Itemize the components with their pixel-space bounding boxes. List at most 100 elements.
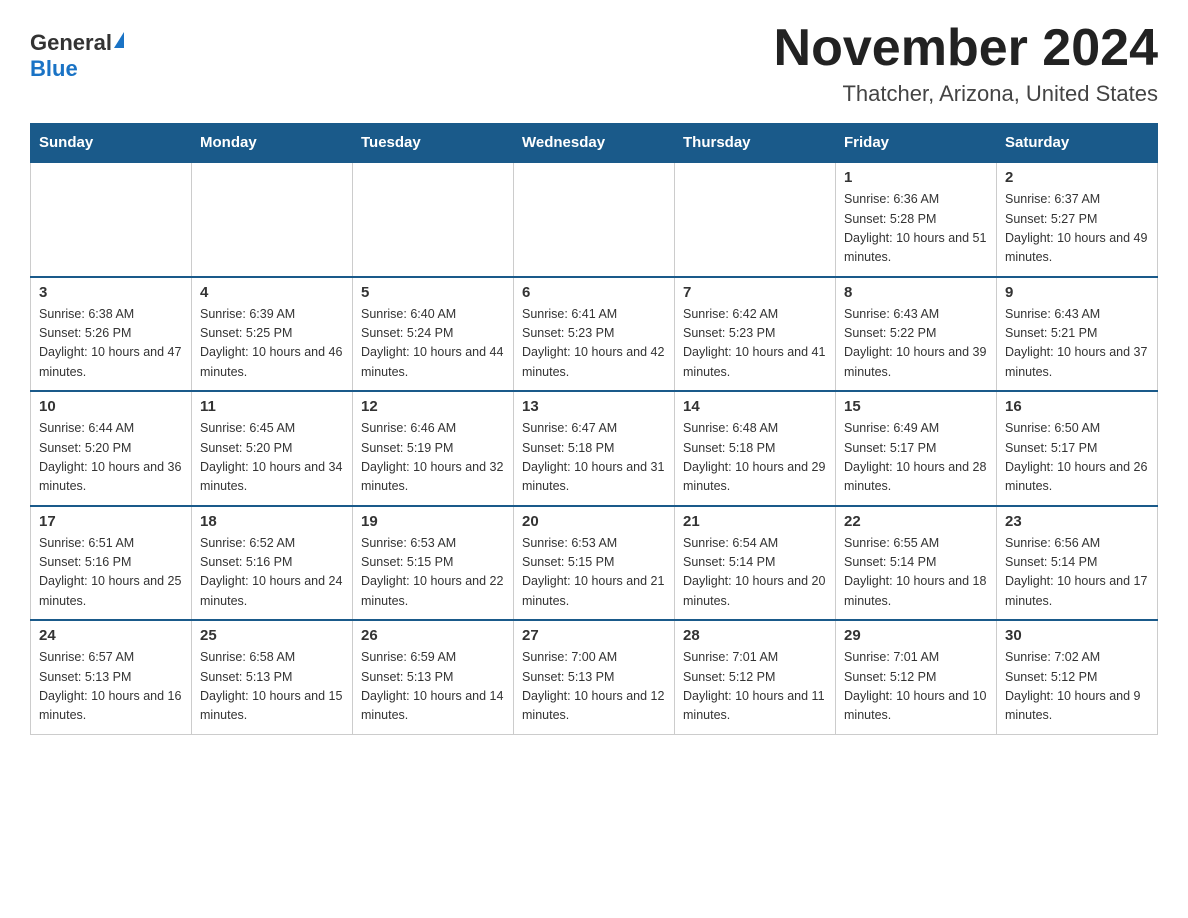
- calendar-cell: [192, 162, 353, 277]
- day-number: 29: [844, 627, 988, 644]
- day-number: 1: [844, 169, 988, 186]
- week-row-1: 1 Sunrise: 6:36 AMSunset: 5:28 PMDaylight…: [31, 162, 1158, 277]
- calendar-cell: [31, 162, 192, 277]
- day-info: Sunrise: 6:44 AMSunset: 5:20 PMDaylight:…: [39, 419, 183, 497]
- calendar-cell: [675, 162, 836, 277]
- day-info: Sunrise: 6:53 AMSunset: 5:15 PMDaylight:…: [361, 534, 505, 612]
- logo-blue-text: Blue: [30, 56, 78, 82]
- day-number: 25: [200, 627, 344, 644]
- day-info: Sunrise: 6:36 AMSunset: 5:28 PMDaylight:…: [844, 190, 988, 268]
- day-number: 22: [844, 513, 988, 530]
- calendar-cell: 14 Sunrise: 6:48 AMSunset: 5:18 PMDayligh…: [675, 391, 836, 506]
- day-info: Sunrise: 6:58 AMSunset: 5:13 PMDaylight:…: [200, 648, 344, 726]
- day-number: 26: [361, 627, 505, 644]
- calendar-cell: 5 Sunrise: 6:40 AMSunset: 5:24 PMDaylight…: [353, 277, 514, 392]
- day-number: 12: [361, 398, 505, 415]
- day-number: 19: [361, 513, 505, 530]
- calendar-cell: 24 Sunrise: 6:57 AMSunset: 5:13 PMDayligh…: [31, 620, 192, 734]
- day-number: 20: [522, 513, 666, 530]
- day-info: Sunrise: 6:42 AMSunset: 5:23 PMDaylight:…: [683, 305, 827, 383]
- calendar-cell: 30Sunrise: 7:02 AMSunset: 5:12 PMDayligh…: [997, 620, 1158, 734]
- day-info: Sunrise: 6:54 AMSunset: 5:14 PMDaylight:…: [683, 534, 827, 612]
- day-number: 10: [39, 398, 183, 415]
- day-info: Sunrise: 6:37 AMSunset: 5:27 PMDaylight:…: [1005, 190, 1149, 268]
- day-number: 16: [1005, 398, 1149, 415]
- title-block: November 2024 Thatcher, Arizona, United …: [774, 20, 1158, 107]
- weekday-header-sunday: Sunday: [31, 124, 192, 163]
- calendar-cell: 25 Sunrise: 6:58 AMSunset: 5:13 PMDayligh…: [192, 620, 353, 734]
- day-number: 23: [1005, 513, 1149, 530]
- calendar-cell: 1 Sunrise: 6:36 AMSunset: 5:28 PMDaylight…: [836, 162, 997, 277]
- day-info: Sunrise: 6:39 AMSunset: 5:25 PMDaylight:…: [200, 305, 344, 383]
- calendar-cell: 23 Sunrise: 6:56 AMSunset: 5:14 PMDayligh…: [997, 506, 1158, 621]
- day-info: Sunrise: 6:38 AMSunset: 5:26 PMDaylight:…: [39, 305, 183, 383]
- day-info: Sunrise: 7:02 AMSunset: 5:12 PMDaylight:…: [1005, 648, 1149, 726]
- calendar-cell: [353, 162, 514, 277]
- calendar-cell: 19 Sunrise: 6:53 AMSunset: 5:15 PMDayligh…: [353, 506, 514, 621]
- calendar-cell: 26 Sunrise: 6:59 AMSunset: 5:13 PMDayligh…: [353, 620, 514, 734]
- weekday-header-saturday: Saturday: [997, 124, 1158, 163]
- calendar-cell: 8Sunrise: 6:43 AMSunset: 5:22 PMDaylight…: [836, 277, 997, 392]
- week-row-5: 24 Sunrise: 6:57 AMSunset: 5:13 PMDayligh…: [31, 620, 1158, 734]
- day-info: Sunrise: 6:53 AMSunset: 5:15 PMDaylight:…: [522, 534, 666, 612]
- header: General Blue November 2024 Thatcher, Ari…: [30, 20, 1158, 107]
- weekday-header-monday: Monday: [192, 124, 353, 163]
- calendar-cell: 12 Sunrise: 6:46 AMSunset: 5:19 PMDayligh…: [353, 391, 514, 506]
- day-number: 11: [200, 398, 344, 415]
- logo: General Blue: [30, 20, 124, 82]
- day-info: Sunrise: 6:40 AMSunset: 5:24 PMDaylight:…: [361, 305, 505, 383]
- calendar-cell: 13 Sunrise: 6:47 AMSunset: 5:18 PMDayligh…: [514, 391, 675, 506]
- calendar-cell: [514, 162, 675, 277]
- calendar-cell: 22 Sunrise: 6:55 AMSunset: 5:14 PMDayligh…: [836, 506, 997, 621]
- day-info: Sunrise: 7:00 AMSunset: 5:13 PMDaylight:…: [522, 648, 666, 726]
- calendar-cell: 9Sunrise: 6:43 AMSunset: 5:21 PMDaylight…: [997, 277, 1158, 392]
- calendar-cell: 15 Sunrise: 6:49 AMSunset: 5:17 PMDayligh…: [836, 391, 997, 506]
- page-title: November 2024: [774, 20, 1158, 77]
- day-number: 9: [1005, 284, 1149, 301]
- day-info: Sunrise: 6:47 AMSunset: 5:18 PMDaylight:…: [522, 419, 666, 497]
- day-number: 13: [522, 398, 666, 415]
- weekday-header-tuesday: Tuesday: [353, 124, 514, 163]
- day-number: 17: [39, 513, 183, 530]
- calendar-cell: 21 Sunrise: 6:54 AMSunset: 5:14 PMDayligh…: [675, 506, 836, 621]
- page-subtitle: Thatcher, Arizona, United States: [774, 81, 1158, 107]
- calendar-cell: 7 Sunrise: 6:42 AMSunset: 5:23 PMDaylight…: [675, 277, 836, 392]
- calendar-cell: 2Sunrise: 6:37 AMSunset: 5:27 PMDaylight…: [997, 162, 1158, 277]
- calendar-cell: 28 Sunrise: 7:01 AMSunset: 5:12 PMDayligh…: [675, 620, 836, 734]
- day-info: Sunrise: 6:45 AMSunset: 5:20 PMDaylight:…: [200, 419, 344, 497]
- week-row-4: 17 Sunrise: 6:51 AMSunset: 5:16 PMDayligh…: [31, 506, 1158, 621]
- calendar-cell: 18Sunrise: 6:52 AMSunset: 5:16 PMDayligh…: [192, 506, 353, 621]
- day-info: Sunrise: 7:01 AMSunset: 5:12 PMDaylight:…: [683, 648, 827, 726]
- week-row-2: 3 Sunrise: 6:38 AMSunset: 5:26 PMDaylight…: [31, 277, 1158, 392]
- day-info: Sunrise: 6:59 AMSunset: 5:13 PMDaylight:…: [361, 648, 505, 726]
- day-number: 24: [39, 627, 183, 644]
- day-info: Sunrise: 6:49 AMSunset: 5:17 PMDaylight:…: [844, 419, 988, 497]
- day-number: 6: [522, 284, 666, 301]
- day-info: Sunrise: 6:52 AMSunset: 5:16 PMDaylight:…: [200, 534, 344, 612]
- day-number: 27: [522, 627, 666, 644]
- day-info: Sunrise: 6:55 AMSunset: 5:14 PMDaylight:…: [844, 534, 988, 612]
- day-number: 5: [361, 284, 505, 301]
- day-info: Sunrise: 7:01 AMSunset: 5:12 PMDaylight:…: [844, 648, 988, 726]
- calendar-cell: 16Sunrise: 6:50 AMSunset: 5:17 PMDayligh…: [997, 391, 1158, 506]
- day-number: 4: [200, 284, 344, 301]
- logo-general-text: General: [30, 30, 112, 56]
- calendar-cell: 27 Sunrise: 7:00 AMSunset: 5:13 PMDayligh…: [514, 620, 675, 734]
- day-info: Sunrise: 6:51 AMSunset: 5:16 PMDaylight:…: [39, 534, 183, 612]
- day-info: Sunrise: 6:57 AMSunset: 5:13 PMDaylight:…: [39, 648, 183, 726]
- day-info: Sunrise: 6:56 AMSunset: 5:14 PMDaylight:…: [1005, 534, 1149, 612]
- day-number: 15: [844, 398, 988, 415]
- calendar-cell: 17 Sunrise: 6:51 AMSunset: 5:16 PMDayligh…: [31, 506, 192, 621]
- calendar-cell: 20 Sunrise: 6:53 AMSunset: 5:15 PMDayligh…: [514, 506, 675, 621]
- day-info: Sunrise: 6:46 AMSunset: 5:19 PMDaylight:…: [361, 419, 505, 497]
- calendar-table: SundayMondayTuesdayWednesdayThursdayFrid…: [30, 123, 1158, 735]
- day-info: Sunrise: 6:48 AMSunset: 5:18 PMDaylight:…: [683, 419, 827, 497]
- day-number: 7: [683, 284, 827, 301]
- day-number: 3: [39, 284, 183, 301]
- calendar-cell: 6 Sunrise: 6:41 AMSunset: 5:23 PMDaylight…: [514, 277, 675, 392]
- day-info: Sunrise: 6:41 AMSunset: 5:23 PMDaylight:…: [522, 305, 666, 383]
- day-number: 14: [683, 398, 827, 415]
- day-number: 28: [683, 627, 827, 644]
- day-number: 21: [683, 513, 827, 530]
- weekday-header-wednesday: Wednesday: [514, 124, 675, 163]
